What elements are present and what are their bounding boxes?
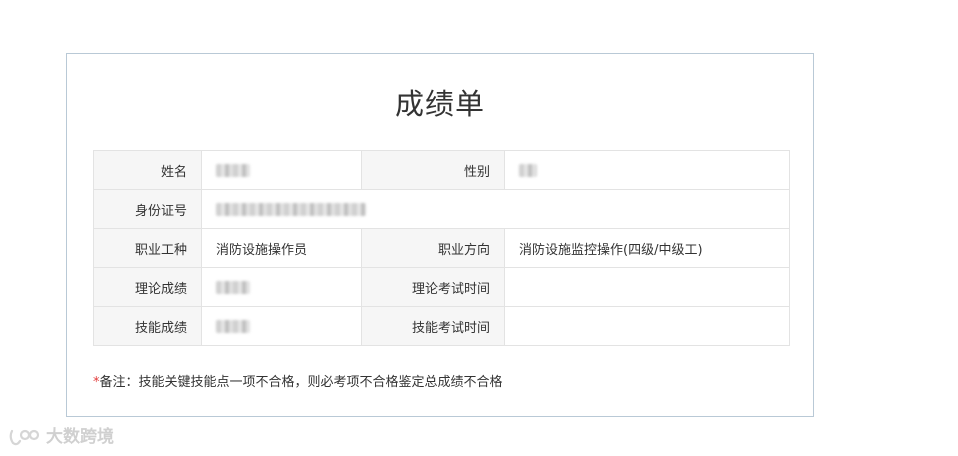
table-row: 职业工种 消防设施操作员 职业方向 消防设施监控操作(四级/中级工) (93, 228, 790, 268)
page: 成绩单 姓名 性别 身份证号 职业工种 消防设施操作员 职业方向 消防设施监控操… (0, 0, 958, 456)
table-row: 姓名 性别 (93, 150, 790, 190)
gender-value (504, 150, 790, 190)
skill-score-value (201, 306, 362, 346)
theory-score-value (201, 267, 362, 307)
name-label: 姓名 (93, 150, 202, 190)
score-report-card: 成绩单 姓名 性别 身份证号 职业工种 消防设施操作员 职业方向 消防设施监控操… (66, 53, 814, 417)
redacted-name (216, 163, 250, 177)
page-title: 成绩单 (394, 87, 485, 121)
redacted-theory-score (216, 280, 250, 294)
skill-exam-time-label: 技能考试时间 (361, 306, 505, 346)
id-number-label: 身份证号 (93, 189, 202, 229)
redacted-skill-score (216, 319, 250, 333)
theory-exam-time-value (504, 267, 790, 307)
redacted-id-number (216, 202, 366, 216)
table-row: 理论成绩 理论考试时间 (93, 267, 790, 307)
direction-value: 消防设施监控操作(四级/中级工) (504, 228, 790, 268)
occupation-value: 消防设施操作员 (201, 228, 362, 268)
watermark-text: 大数跨境 (46, 427, 114, 447)
direction-label: 职业方向 (361, 228, 505, 268)
remark-note: *备注：技能关键技能点一项不合格，则必考项不合格鉴定总成绩不合格 (93, 374, 503, 392)
watermark: 大数跨境 (8, 426, 114, 448)
skill-score-label: 技能成绩 (93, 306, 202, 346)
table-row: 技能成绩 技能考试时间 (93, 306, 790, 346)
occupation-label: 职业工种 (93, 228, 202, 268)
table-row: 身份证号 (93, 189, 790, 229)
gender-label: 性别 (361, 150, 505, 190)
brand-logo-icon (9, 429, 40, 446)
id-number-value (201, 189, 790, 229)
score-table: 姓名 性别 身份证号 职业工种 消防设施操作员 职业方向 消防设施监控操作(四级… (93, 150, 790, 346)
theory-score-label: 理论成绩 (93, 267, 202, 307)
name-value (201, 150, 362, 190)
skill-exam-time-value (504, 306, 790, 346)
redacted-gender (519, 163, 537, 177)
remark-text: 备注：技能关键技能点一项不合格，则必考项不合格鉴定总成绩不合格 (99, 375, 503, 390)
theory-exam-time-label: 理论考试时间 (361, 267, 505, 307)
